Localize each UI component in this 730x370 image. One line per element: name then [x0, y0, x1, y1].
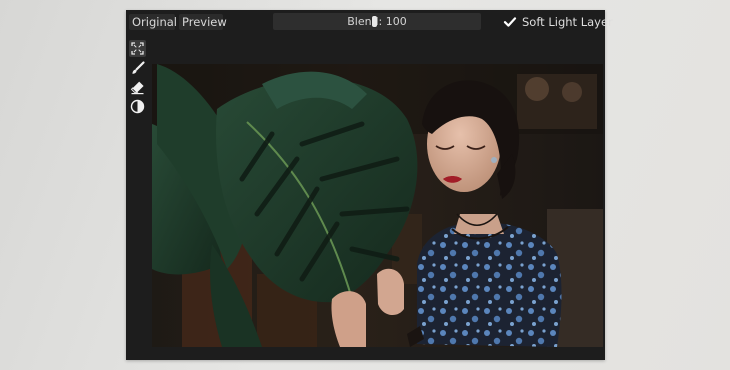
- brush-icon: [132, 61, 145, 74]
- blend-slider-handle[interactable]: [371, 16, 377, 27]
- editor-window: Original Preview Blend: 100 Soft Light L…: [126, 10, 613, 360]
- contrast-button[interactable]: [129, 98, 146, 115]
- original-button[interactable]: Original: [129, 14, 177, 30]
- soft-light-layer-toggle[interactable]: Soft Light Layer: [503, 14, 613, 30]
- soft-light-layer-label: Soft Light Layer: [522, 15, 613, 29]
- eraser-icon: [130, 81, 144, 95]
- contrast-icon: [130, 99, 145, 114]
- top-toolbar: Original Preview Blend: 100 Soft Light L…: [126, 10, 613, 34]
- blend-slider[interactable]: Blend: 100: [273, 13, 481, 30]
- fit-screen-icon: [131, 42, 144, 55]
- image-canvas[interactable]: [152, 64, 603, 347]
- checkmark-icon[interactable]: [503, 15, 517, 29]
- portrait-photo: [152, 64, 603, 347]
- fit-screen-button[interactable]: [129, 40, 146, 57]
- preview-button[interactable]: Preview: [179, 14, 227, 30]
- brush-button[interactable]: [129, 60, 146, 77]
- eraser-button[interactable]: [129, 79, 146, 96]
- blend-slider-label: Blend: 100: [347, 15, 407, 28]
